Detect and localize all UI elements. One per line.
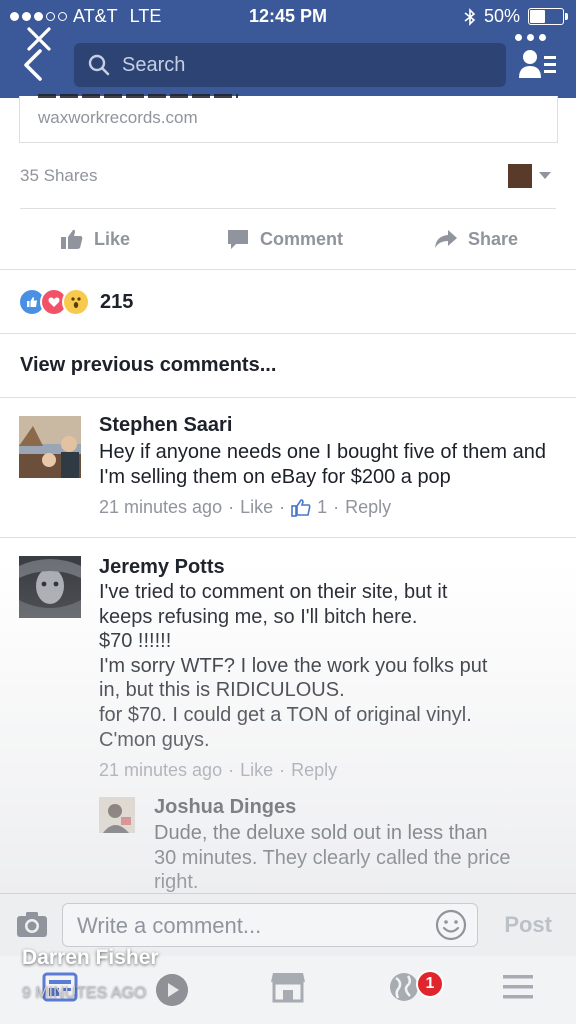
like-label: Like <box>94 228 131 249</box>
comment-time: 21 minutes ago <box>99 760 223 780</box>
camera-icon[interactable] <box>16 910 48 938</box>
search-input[interactable] <box>120 52 484 78</box>
thumbs-up-outline-icon <box>291 498 311 517</box>
commenter-name[interactable]: Jeremy Potts <box>99 556 225 579</box>
battery-icon <box>528 8 568 25</box>
play-icon[interactable] <box>156 974 188 1006</box>
comment-icon <box>228 230 248 249</box>
status-bar: AT&T LTE 12:45 PM 50% <box>0 6 576 28</box>
wow-reaction-icon <box>62 288 90 316</box>
comment-reply-link[interactable]: Reply <box>345 497 391 518</box>
battery-percent: 50% <box>483 6 520 26</box>
post-button[interactable]: Post <box>504 912 552 938</box>
comment-time: 21 minutes ago <box>99 497 223 517</box>
divider <box>0 269 576 270</box>
back-icon[interactable] <box>20 48 46 82</box>
marketplace-icon[interactable] <box>270 970 306 1004</box>
divider <box>0 537 576 538</box>
search-icon <box>88 54 110 76</box>
friends-list-icon[interactable] <box>518 48 558 80</box>
commenter-name[interactable]: Joshua Dinges <box>154 796 296 819</box>
avatar[interactable] <box>19 556 81 618</box>
top-bar: AT&T LTE 12:45 PM 50% <box>0 0 576 98</box>
story-author-name[interactable]: Darren Fisher <box>22 946 159 970</box>
like-button[interactable]: Like <box>60 226 130 252</box>
divider <box>0 397 576 398</box>
share-label: Share <box>468 228 519 249</box>
divider <box>20 208 556 209</box>
view-previous-comments-link[interactable]: View previous comments... <box>20 354 276 377</box>
comment-input[interactable] <box>75 912 419 940</box>
menu-icon[interactable] <box>500 970 536 1004</box>
link-domain: waxworkrecords.com <box>38 108 198 127</box>
link-title-cutoff <box>38 90 238 98</box>
page-selector-avatar[interactable] <box>508 164 532 188</box>
reactions-summary[interactable]: 215 <box>18 288 133 316</box>
more-options-icon[interactable] <box>515 34 546 41</box>
comment-likes-count: 1 <box>317 497 328 517</box>
shares-count[interactable]: 35 Shares <box>20 166 98 186</box>
comment-meta: 21 minutes ago · Like · 1 · Reply <box>99 497 392 518</box>
story-time: 9 MINUTES AGO <box>22 984 147 1001</box>
comment-text: I've tried to comment on their site, but… <box>99 581 488 751</box>
share-button[interactable]: Share <box>434 226 518 252</box>
comment-input-box[interactable] <box>62 903 478 947</box>
thumbs-up-icon <box>61 229 83 249</box>
comment-button[interactable]: Comment <box>226 226 343 252</box>
comment-like-link[interactable]: Like <box>240 497 273 518</box>
comment-reply-link[interactable]: Reply <box>291 760 337 781</box>
link-preview-card[interactable]: waxworkrecords.com <box>19 94 558 143</box>
comment-like-link[interactable]: Like <box>240 760 273 781</box>
search-bar[interactable] <box>74 43 506 87</box>
comment-text: Dude, the deluxe sold out in less than 3… <box>154 822 511 894</box>
notifications-badge: 1 <box>416 970 444 998</box>
avatar[interactable] <box>99 797 135 833</box>
bluetooth-icon <box>464 7 476 26</box>
avatar[interactable] <box>19 416 81 478</box>
emoji-icon[interactable] <box>435 909 467 941</box>
reactions-count: 215 <box>100 290 134 313</box>
chevron-down-icon[interactable] <box>539 172 551 179</box>
comment-label: Comment <box>260 228 344 249</box>
comment-text: Hey if anyone needs one I bought five of… <box>99 441 546 488</box>
share-arrow-icon <box>435 230 457 248</box>
commenter-name[interactable]: Stephen Saari <box>99 414 232 437</box>
comment-meta: 21 minutes ago · Like · Reply <box>99 760 338 781</box>
status-right: 50% <box>464 6 568 27</box>
divider <box>0 333 576 334</box>
